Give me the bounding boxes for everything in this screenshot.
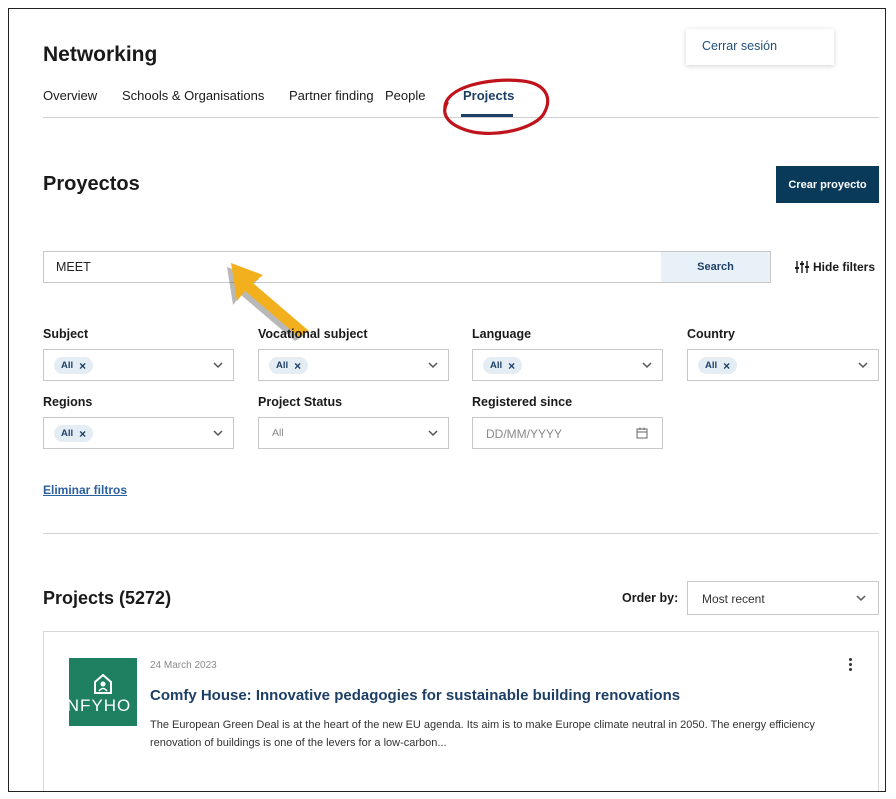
tab-partner-finding[interactable]: Partner finding [289,88,374,103]
chip-label: All [705,360,718,371]
red-circle-annotation [443,78,550,136]
language-chip: All × [483,357,523,374]
hide-filters-toggle[interactable]: Hide filters [795,260,875,274]
project-logo: INFYHO [69,658,137,726]
registered-since-label: Registered since [472,395,573,409]
registered-since-date-input[interactable]: DD/MM/YYYY [472,417,663,449]
create-project-button[interactable]: Crear proyecto [776,166,879,203]
project-title-link[interactable]: Comfy House: Innovative pedagogies for s… [150,687,680,704]
project-date: 24 March 2023 [150,660,217,671]
logo-wordmark: INFYHO [69,696,132,715]
app-frame: Cerrar sesión Networking Overview School… [8,8,886,792]
chevron-down-icon [856,595,866,602]
chevron-down-icon [428,430,438,437]
search-button[interactable]: Search [661,252,770,282]
chip-label: All [276,360,289,371]
regions-chip: All × [54,425,94,442]
project-description: The European Green Deal is at the heart … [150,719,815,749]
language-label: Language [472,327,532,341]
language-select[interactable]: All × [472,349,663,381]
chip-label: All [61,360,74,371]
chevron-down-icon [213,430,223,437]
section-divider [43,533,879,534]
date-placeholder: DD/MM/YYYY [486,427,563,441]
vocational-subject-select[interactable]: All × [258,349,449,381]
search-bar: Search [43,251,771,283]
country-select[interactable]: All × [687,349,879,381]
project-status-value: All [272,427,284,439]
remove-chip-icon[interactable]: × [294,360,301,372]
networking-title: Networking [43,43,158,66]
subject-select[interactable]: All × [43,349,234,381]
tab-schools-organisations[interactable]: Schools & Organisations [122,88,264,103]
subject-chip: All × [54,357,94,374]
tab-people[interactable]: People [385,88,425,103]
order-by-select[interactable]: Most recent [687,581,879,615]
page-title: Proyectos [43,173,140,195]
remove-chip-icon[interactable]: × [79,428,86,440]
search-input[interactable] [44,252,661,282]
hide-filters-label: Hide filters [813,260,876,274]
remove-chip-icon[interactable]: × [508,360,515,372]
project-status-select[interactable]: All [258,417,449,449]
chip-label: All [61,428,74,439]
tab-overview[interactable]: Overview [43,88,97,103]
country-chip: All × [698,357,738,374]
remove-chip-icon[interactable]: × [79,360,86,372]
remove-chip-icon[interactable]: × [723,360,730,372]
logout-link[interactable]: Cerrar sesión [702,39,777,53]
clear-filters-link[interactable]: Eliminar filtros [43,483,127,497]
order-by-value: Most recent [702,592,765,606]
project-card[interactable]: INFYHO 24 March 2023 Comfy House: Innova… [43,631,879,791]
subject-label: Subject [43,327,89,341]
user-menu-dropdown: Cerrar sesión [686,29,834,65]
more-options-icon[interactable] [846,656,854,676]
regions-select[interactable]: All × [43,417,234,449]
chevron-down-icon [642,362,652,369]
vocational-subject-label: Vocational subject [258,327,368,341]
chevron-down-icon [428,362,438,369]
projects-count-heading: Projects (5272) [43,588,172,608]
calendar-icon[interactable] [636,427,648,439]
project-status-label: Project Status [258,395,343,409]
order-by-label: Order by: [622,591,679,605]
chevron-down-icon [858,362,868,369]
chevron-down-icon [213,362,223,369]
chip-label: All [490,360,503,371]
country-label: Country [687,327,735,341]
vocational-subject-chip: All × [269,357,309,374]
house-logo-icon [94,674,112,694]
regions-label: Regions [43,395,93,409]
sliders-icon [795,261,809,273]
